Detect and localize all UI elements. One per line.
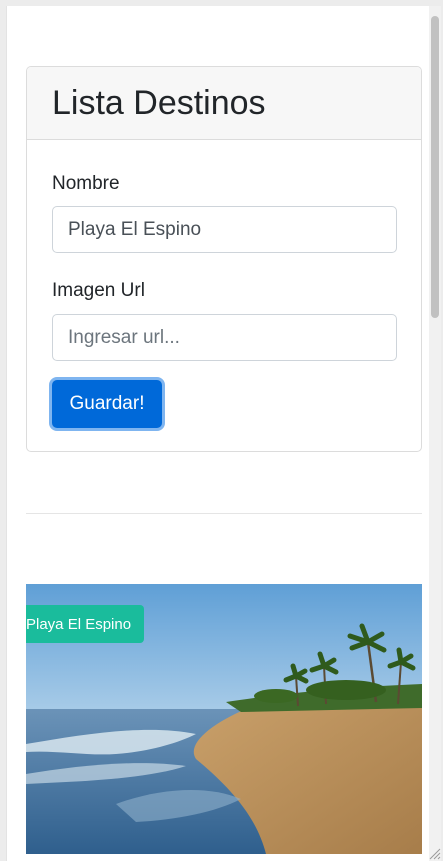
imagen-url-label: Imagen Url: [52, 280, 145, 301]
resize-grip-icon[interactable]: [427, 846, 441, 860]
destination-name-badge: Playa El Espino: [26, 605, 145, 643]
scrollbar-thumb[interactable]: [431, 16, 439, 318]
imagen-url-input[interactable]: [52, 314, 397, 361]
card-header: Lista Destinos: [27, 67, 421, 140]
section-divider: [26, 513, 422, 514]
destination-form-card: Lista Destinos Nombre Imagen Url Guardar…: [26, 66, 422, 452]
page-title: Lista Destinos: [52, 83, 266, 122]
destination-card[interactable]: Playa El Espino: [26, 584, 422, 854]
nombre-label: Nombre: [52, 173, 120, 194]
nombre-input[interactable]: [52, 206, 397, 253]
save-button[interactable]: Guardar!: [52, 380, 162, 428]
page-viewport: Lista Destinos Nombre Imagen Url Guardar…: [6, 6, 430, 861]
